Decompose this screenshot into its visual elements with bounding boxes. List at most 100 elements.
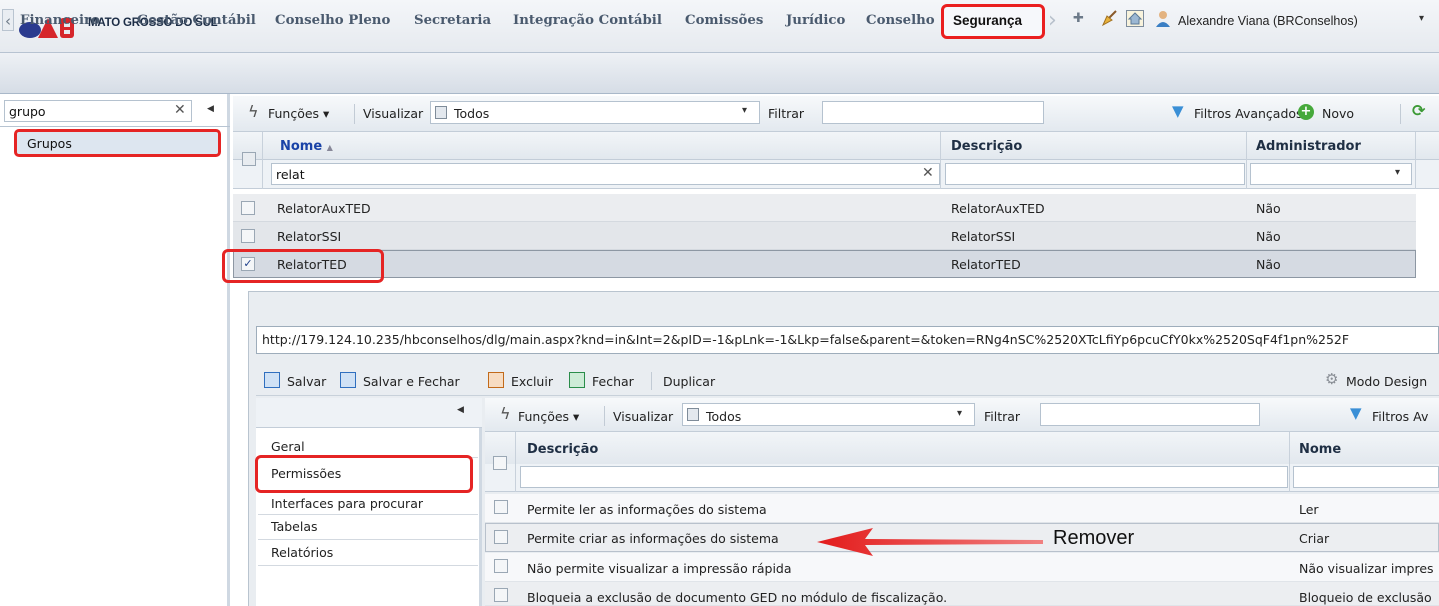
nav-scroll-left-icon[interactable]: ‹ [2, 9, 14, 31]
save-button[interactable]: Salvar [287, 374, 326, 389]
left-panel [0, 94, 230, 606]
nav-divider [258, 539, 478, 540]
select-all-checkbox[interactable] [242, 152, 256, 166]
cell-descricao: RelatorAuxTED [951, 201, 1045, 216]
dialog-select-all-checkbox[interactable] [493, 456, 507, 470]
column-separator [1415, 132, 1416, 189]
pin-icon[interactable]: ✚ [1073, 11, 1084, 26]
home-icon[interactable] [1126, 10, 1144, 27]
dialog-nav-relatorios[interactable]: Relatórios [271, 545, 333, 560]
column-separator [1246, 132, 1247, 189]
save-close-icon[interactable] [340, 372, 356, 388]
tree-item-grupos[interactable]: Grupos [14, 129, 221, 157]
cell-nome: Criar [1299, 531, 1330, 546]
annotation-label: Remover [1053, 527, 1135, 549]
dialog-advanced-filters-button[interactable]: Filtros Av [1372, 409, 1428, 424]
dialog-nav-geral[interactable]: Geral [271, 439, 305, 454]
toolbar-separator [1400, 104, 1401, 124]
dialog-filter-label: Filtrar [984, 409, 1021, 424]
filter-input[interactable] [822, 101, 1044, 124]
chevron-down-icon[interactable]: ▾ [1395, 167, 1400, 178]
nav-item-gestao-contabil[interactable]: Gestão Contábil [137, 13, 256, 28]
annotation-arrow-icon [817, 528, 1043, 556]
filter-nome-input[interactable]: relat [271, 163, 940, 185]
refresh-icon[interactable]: ⟳ [1412, 101, 1425, 120]
dialog-filter-nome-input[interactable] [1293, 466, 1439, 488]
nav-item-seguranca[interactable]: Segurança [953, 13, 1022, 28]
duplicate-button[interactable]: Duplicar [663, 374, 715, 389]
column-separator [940, 132, 941, 189]
dialog-url-bar[interactable]: http://179.124.10.235/hbconselhos/dlg/ma… [256, 326, 1439, 354]
table-row-selected[interactable] [233, 250, 1416, 278]
list-icon [687, 408, 699, 421]
collapse-left-icon[interactable]: ◀ [207, 104, 214, 114]
nav-item-juridico[interactable]: Jurídico [786, 13, 845, 28]
caret-down-icon[interactable]: ▾ [1419, 13, 1424, 24]
filter-descricao-input[interactable] [945, 163, 1245, 185]
dialog-column-header-nome[interactable]: Nome [1299, 442, 1341, 457]
nav-item-integracao-contabil[interactable]: Integração Contábil [513, 13, 662, 28]
new-button[interactable]: Novo [1322, 106, 1354, 121]
broom-icon[interactable] [1101, 9, 1119, 27]
toolbar-separator [354, 104, 355, 124]
user-name[interactable]: Alexandre Viana (BRConselhos) [1178, 14, 1358, 28]
cell-administrador: Não [1256, 201, 1281, 216]
column-header-administrador[interactable]: Administrador [1256, 139, 1361, 154]
cell-administrador: Não [1256, 257, 1281, 272]
table-row[interactable] [233, 194, 1416, 222]
sort-asc-icon: ▲ [326, 143, 333, 152]
chevron-down-icon[interactable]: ▾ [957, 408, 962, 419]
lightning-icon: ϟ [248, 102, 259, 121]
dialog-filter-descricao-input[interactable] [520, 466, 1288, 488]
close-button[interactable]: Fechar [592, 374, 634, 389]
save-close-button[interactable]: Salvar e Fechar [363, 374, 460, 389]
functions-button[interactable]: Funções ▾ [268, 106, 329, 121]
nav-item-conselho[interactable]: Conselho [866, 13, 935, 28]
nav-divider [258, 565, 478, 566]
cell-nome: Não visualizar impres [1299, 561, 1434, 576]
close-icon[interactable] [569, 372, 585, 388]
dialog-nav-interfaces[interactable]: Interfaces para procurar [271, 496, 423, 511]
dialog-filter-input[interactable] [1040, 403, 1260, 426]
cell-descricao: RelatorSSI [951, 229, 1016, 244]
row-checkbox[interactable] [241, 201, 255, 215]
table-row[interactable] [233, 222, 1416, 250]
dialog-view-value: Todos [706, 409, 742, 424]
row-checkbox[interactable] [241, 229, 255, 243]
left-search-input[interactable]: grupo [4, 100, 192, 122]
clear-icon[interactable]: ✕ [922, 165, 934, 181]
user-icon[interactable] [1155, 10, 1171, 28]
dialog-view-label: Visualizar [613, 409, 674, 424]
filter-administrador-select[interactable] [1250, 163, 1412, 185]
add-icon[interactable]: + [1298, 104, 1314, 120]
dialog-functions-button[interactable]: Funções ▾ [518, 409, 579, 424]
collapse-left-icon[interactable]: ◀ [457, 405, 464, 415]
row-checkbox[interactable] [494, 530, 508, 544]
nav-item-comissoes[interactable]: Comissões [685, 13, 763, 28]
dialog-column-header-descricao[interactable]: Descrição [527, 442, 598, 457]
filter-label: Filtrar [768, 106, 805, 121]
gear-icon[interactable]: ⚙ [1325, 370, 1338, 388]
save-icon[interactable] [264, 372, 280, 388]
nav-item-conselho-pleno[interactable]: Conselho Pleno [275, 13, 390, 28]
delete-button[interactable]: Excluir [511, 374, 553, 389]
row-checkbox[interactable] [494, 588, 508, 602]
column-header-nome[interactable]: Nome ▲ [280, 139, 333, 154]
design-mode-button[interactable]: Modo Design [1346, 374, 1427, 389]
main-nav-bar [0, 52, 1439, 94]
clear-icon[interactable]: ✕ [174, 102, 186, 118]
dialog-nav-tabelas[interactable]: Tabelas [271, 519, 318, 534]
advanced-filters-button[interactable]: Filtros Avançados [1194, 106, 1303, 121]
delete-icon[interactable] [488, 372, 504, 388]
row-checkbox[interactable] [494, 559, 508, 573]
nav-scroll-right-icon[interactable]: › [1048, 8, 1068, 34]
cell-nome: RelatorSSI [277, 229, 342, 244]
funnel-icon[interactable]: ▼ [1172, 102, 1184, 120]
column-header-descricao[interactable]: Descrição [951, 139, 1022, 154]
nav-item-financeiro[interactable]: Financeiro [20, 13, 100, 28]
nav-item-secretaria[interactable]: Secretaria [414, 13, 491, 28]
funnel-icon[interactable]: ▼ [1350, 404, 1362, 422]
row-checkbox[interactable] [494, 500, 508, 514]
chevron-down-icon[interactable]: ▾ [742, 105, 747, 116]
list-icon [435, 106, 447, 119]
